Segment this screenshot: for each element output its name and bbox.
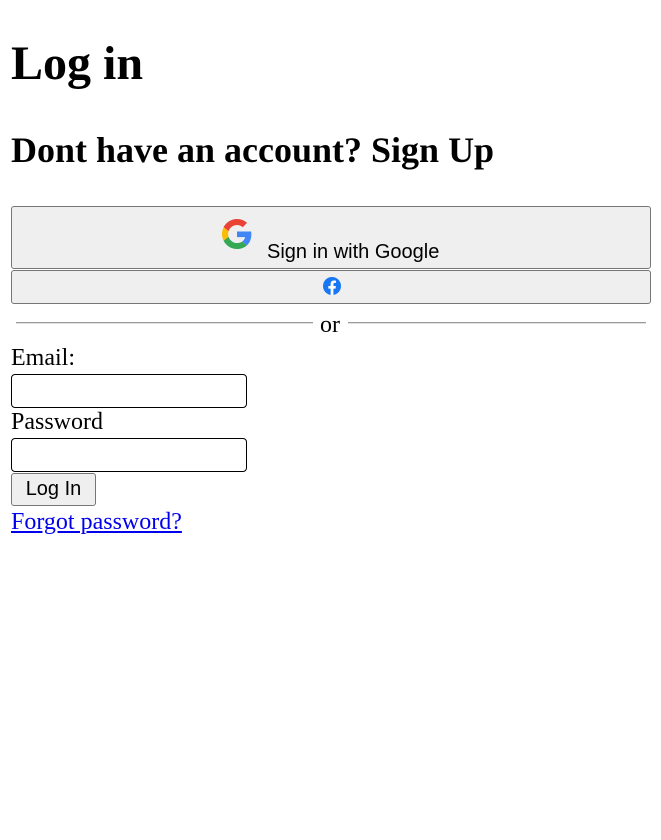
google-icon (222, 219, 252, 249)
email-input[interactable] (11, 374, 247, 408)
facebook-icon (323, 277, 341, 295)
facebook-signin-button[interactable] (11, 270, 651, 304)
password-input[interactable] (11, 438, 247, 472)
login-button[interactable]: Log In (11, 473, 96, 506)
google-signin-label: Sign in with Google (267, 241, 440, 263)
email-label: Email: (11, 345, 75, 371)
forgot-password-link[interactable]: Forgot password? (11, 508, 182, 536)
login-page: Log in Dont have an account? Sign Up Sig… (0, 0, 661, 840)
signup-prompt: Dont have an account? Sign Up (11, 130, 495, 170)
google-signin-button[interactable]: Sign in with Google (11, 206, 651, 269)
divider-text: or (320, 312, 340, 338)
divider-line-left (16, 322, 313, 324)
page-title: Log in (11, 37, 144, 90)
or-divider: or (16, 313, 646, 337)
password-label: Password (11, 409, 104, 435)
divider-line-right (348, 322, 646, 324)
